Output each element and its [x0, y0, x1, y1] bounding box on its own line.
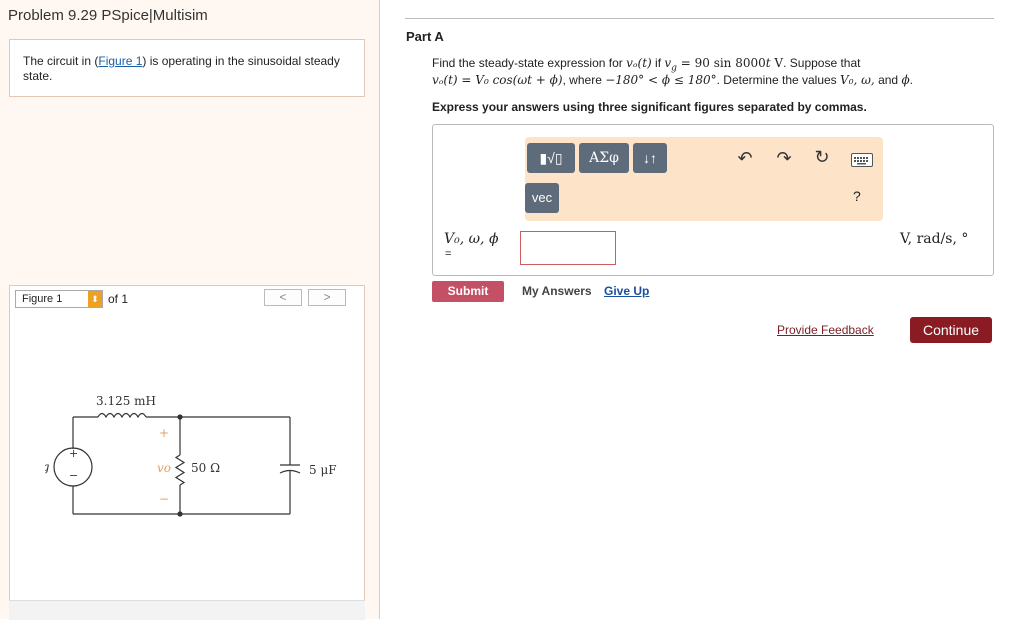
figure-scroll-strip[interactable] — [9, 600, 365, 620]
output-minus: − — [159, 492, 169, 506]
source-label: vg — [45, 460, 50, 474]
q1-text-e: . Suppose that — [783, 56, 861, 70]
inductor-symbol — [97, 412, 147, 419]
subscript-superscript-button[interactable]: ↓↑ — [633, 143, 667, 173]
source-minus: − — [69, 469, 78, 482]
capacitor-label: 5 μF — [309, 463, 337, 477]
previous-figure-button[interactable]: < — [264, 289, 302, 306]
problem-title: Problem 9.29 PSpice|Multisim — [8, 7, 208, 24]
output-plus: + — [159, 426, 169, 440]
redo-icon[interactable]: ↷ — [774, 148, 794, 169]
intro-text: The circuit in (Figure 1) is operating i… — [23, 54, 353, 84]
node-top — [177, 414, 183, 420]
submit-button[interactable]: Submit — [432, 281, 504, 302]
next-figure-button[interactable]: > — [308, 289, 346, 306]
part-label: Part A — [406, 29, 444, 44]
my-answers-link[interactable]: My Answers — [522, 284, 592, 298]
q1-unit: V — [770, 56, 784, 70]
answer-input[interactable] — [520, 231, 616, 265]
q1-vo: vₒ(t) — [626, 56, 652, 70]
q2-text-e: . Determine the values — [716, 73, 841, 87]
figure-count: of 1 — [108, 292, 129, 306]
equals-sign: = — [445, 248, 452, 260]
q2-vo: vₒ(t) — [432, 73, 458, 87]
reset-icon[interactable]: ↻ — [812, 147, 832, 168]
intro-prefix: The circuit in ( — [23, 54, 99, 68]
intro-box: The circuit in (Figure 1) is operating i… — [9, 39, 365, 97]
provide-feedback-link[interactable]: Provide Feedback — [777, 323, 874, 337]
figure-select-value: Figure 1 — [22, 293, 63, 305]
figure-select[interactable]: Figure 1 ⬍ — [15, 290, 103, 308]
answer-variables: V₀, ω, ϕ — [444, 231, 499, 247]
q2-vars: V₀, ω, — [840, 73, 875, 87]
q2-phi: ϕ — [901, 73, 910, 87]
keyboard-icon-graphic — [854, 157, 868, 165]
output-label: vo — [157, 461, 171, 475]
give-up-link[interactable]: Give Up — [604, 284, 649, 298]
top-rule — [405, 18, 994, 19]
q2-period: . — [909, 73, 913, 87]
resistor-symbol — [174, 454, 186, 486]
keyboard-icon[interactable] — [851, 153, 873, 167]
vector-button[interactable]: vec — [525, 183, 559, 213]
q1-expr: = 90 sin 8000 — [676, 56, 766, 70]
resistor-label: 50 Ω — [191, 461, 220, 475]
continue-button[interactable]: Continue — [910, 317, 992, 343]
figure-link[interactable]: Figure 1 — [98, 54, 142, 68]
undo-icon[interactable]: ↶ — [735, 148, 755, 169]
source-plus: + — [69, 447, 78, 460]
node-bottom — [177, 511, 183, 517]
q2-text-g: and — [874, 73, 902, 87]
circuit-diagram: 3.125 mH + − vg + vo − 50 Ω 5 μF — [45, 394, 337, 517]
templates-button[interactable]: ▮√▯ — [527, 143, 575, 173]
inductor-label: 3.125 mH — [96, 394, 156, 408]
q2-text-c: , where — [562, 73, 606, 87]
spinner-icon: ⬍ — [88, 291, 102, 307]
q2-expr: = V₀ cos(ωt + ϕ) — [457, 73, 563, 87]
question-line-1: Find the steady-state expression for vₒ(… — [432, 56, 860, 73]
question-line-2: vₒ(t) = V₀ cos(ωt + ϕ), where −180° < ϕ … — [432, 73, 913, 87]
q2-range: −180° < ϕ ≤ 180° — [605, 73, 717, 87]
answer-units: V, rad/s, ° — [900, 231, 969, 247]
greek-symbols-button[interactable]: ΑΣφ — [579, 143, 629, 173]
q1-text-b: if — [651, 56, 665, 70]
q1-text-a: Find the steady-state expression for — [432, 56, 627, 70]
panel-divider — [379, 0, 380, 619]
help-button[interactable]: ? — [853, 188, 861, 204]
instruction-text: Express your answers using three signifi… — [432, 100, 867, 114]
